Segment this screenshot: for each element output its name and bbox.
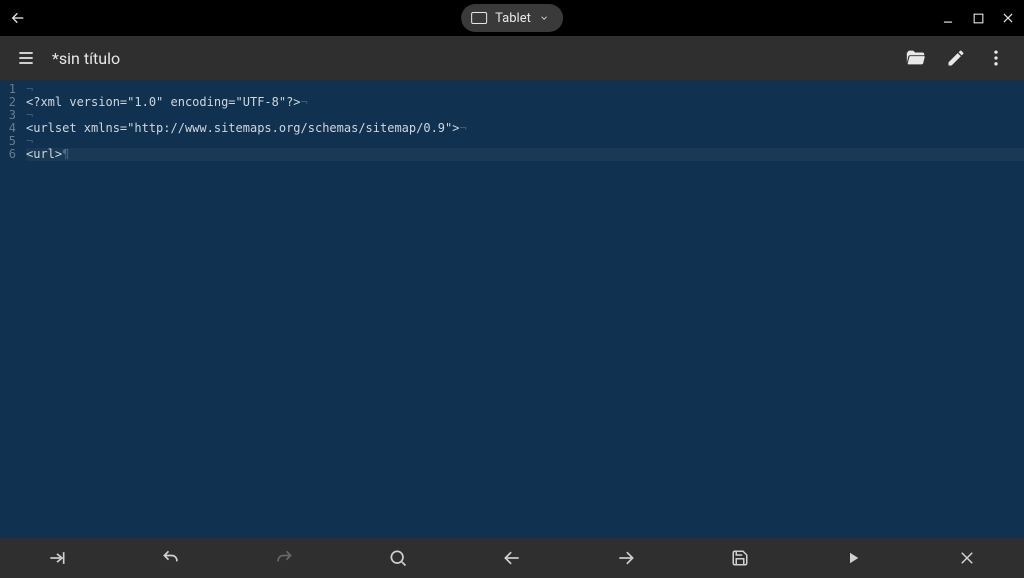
app-toolbar: *sin título xyxy=(0,36,1024,80)
window-controls xyxy=(938,0,1018,36)
code-editor[interactable]: 123456 ¬<?xml version="1.0" encoding="UT… xyxy=(0,80,1024,538)
code-line[interactable]: <url>¶ xyxy=(26,148,1024,161)
system-bar: Tablet xyxy=(0,0,1024,36)
tablet-icon xyxy=(471,12,487,24)
device-label: Tablet xyxy=(495,11,531,26)
edit-button[interactable] xyxy=(936,38,976,78)
close-window-button[interactable] xyxy=(998,8,1018,28)
code-line[interactable]: <urlset xmlns="http://www.sitemaps.org/s… xyxy=(26,122,1024,135)
undo-button[interactable] xyxy=(114,538,228,578)
run-button[interactable] xyxy=(796,538,910,578)
code-content[interactable]: ¬<?xml version="1.0" encoding="UTF-8"?>¬… xyxy=(20,80,1024,538)
eol-icon: ¬ xyxy=(26,108,33,122)
chevron-down-icon xyxy=(539,13,549,23)
search-button[interactable] xyxy=(341,538,455,578)
document-title: *sin título xyxy=(52,49,120,68)
redo-button[interactable] xyxy=(228,538,342,578)
eol-icon: ¬ xyxy=(459,121,466,135)
code-line[interactable]: <?xml version="1.0" encoding="UTF-8"?>¬ xyxy=(26,96,1024,109)
eol-icon: ¬ xyxy=(301,95,308,109)
next-button[interactable] xyxy=(569,538,683,578)
previous-button[interactable] xyxy=(455,538,569,578)
close-button[interactable] xyxy=(910,538,1024,578)
code-text: <?xml version="1.0" encoding="UTF-8"?> xyxy=(26,95,301,109)
save-button[interactable] xyxy=(683,538,797,578)
device-selector[interactable]: Tablet xyxy=(461,4,563,32)
open-file-button[interactable] xyxy=(896,38,936,78)
code-text: <urlset xmlns="http://www.sitemaps.org/s… xyxy=(26,121,459,135)
minimize-button[interactable] xyxy=(938,8,958,28)
code-line[interactable]: ¬ xyxy=(26,135,1024,148)
code-text: <url> xyxy=(26,147,62,161)
maximize-button[interactable] xyxy=(968,8,988,28)
back-button[interactable] xyxy=(0,0,36,36)
eol-icon: ¬ xyxy=(26,82,33,96)
overflow-menu-button[interactable] xyxy=(976,38,1016,78)
bottom-toolbar xyxy=(0,538,1024,578)
caret-icon: ¶ xyxy=(62,147,69,161)
eol-icon: ¬ xyxy=(26,134,33,148)
menu-button[interactable] xyxy=(8,40,44,76)
indent-button[interactable] xyxy=(0,538,114,578)
